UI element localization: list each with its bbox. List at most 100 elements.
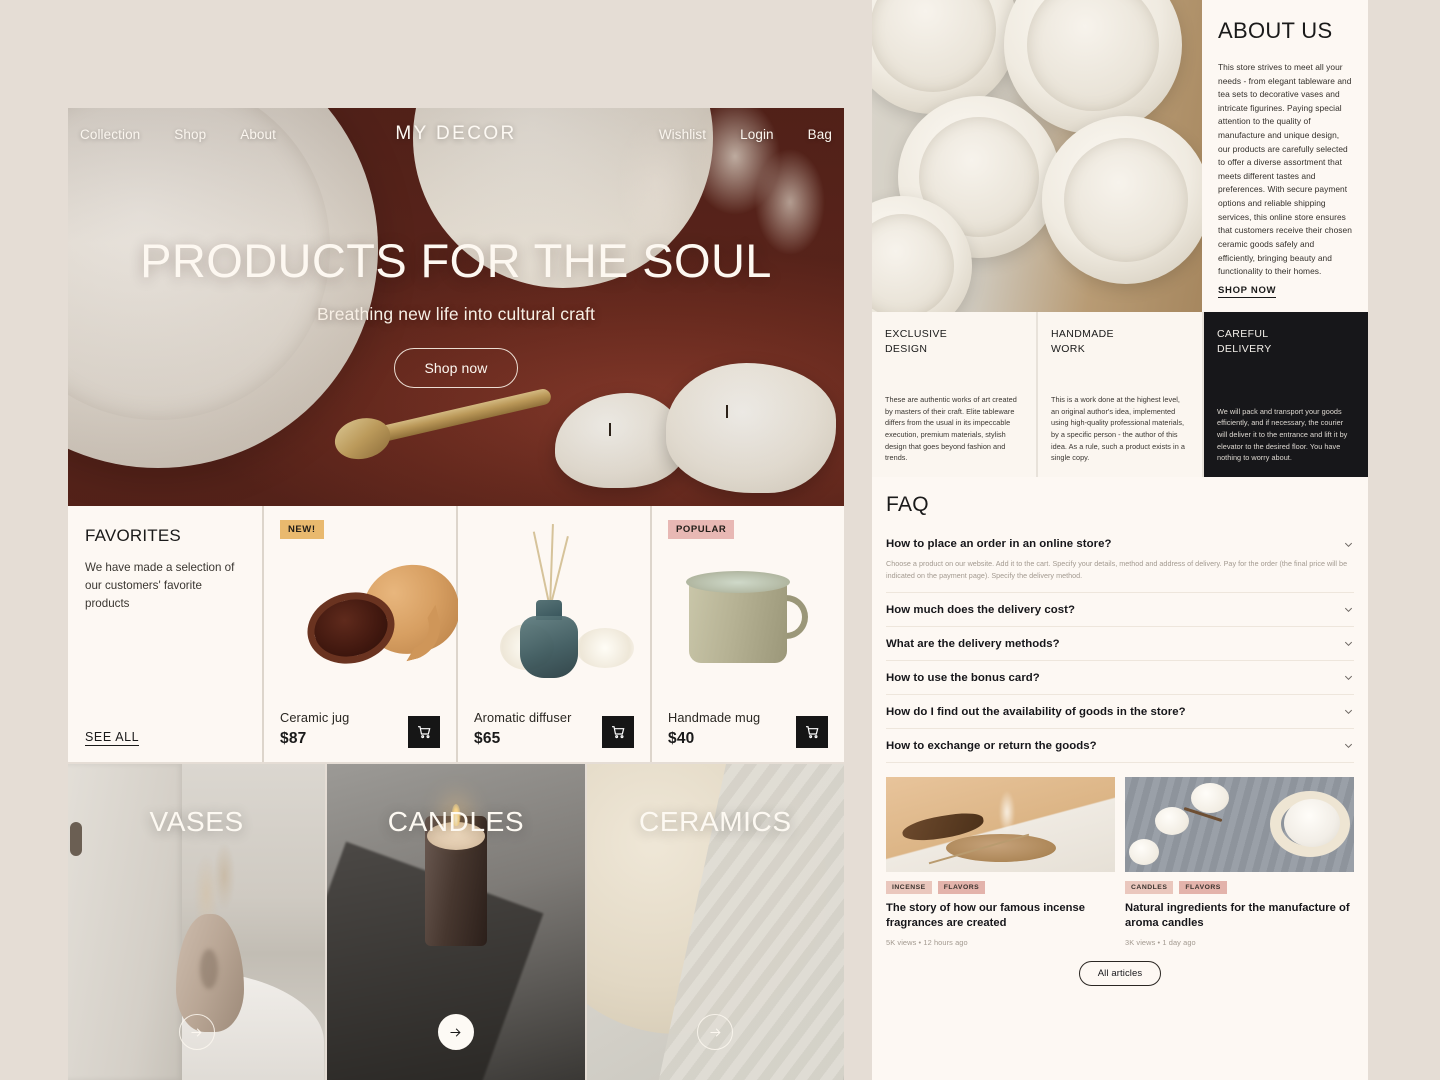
blog-timestamp: 12 hours ago <box>923 938 968 948</box>
nav-item-collection[interactable]: Collection <box>80 127 140 142</box>
cart-icon <box>612 726 625 739</box>
blog-timestamp: 1 day ago <box>1162 938 1196 948</box>
cork-coaster <box>945 833 1056 862</box>
category-arrow-button-vases[interactable] <box>178 1014 215 1050</box>
blog-meta-separator: • <box>918 938 922 948</box>
category-tile-candles[interactable]: CANDLES <box>327 764 585 1080</box>
product-card-ceramic-jug[interactable]: NEW! Ceramic jug $87 <box>264 506 468 762</box>
mug-rim-shape <box>686 571 791 593</box>
faq-item-place-order[interactable]: How to place an order in an online store… <box>886 527 1354 593</box>
shop-now-link[interactable]: SHOP NOW <box>1218 285 1277 298</box>
cotton-boll <box>1191 782 1229 813</box>
blog-card-candles[interactable]: CANDLES FLAVORS Natural ingredients for … <box>1125 776 1354 948</box>
favorites-description: We have made a selection of our customer… <box>85 561 235 610</box>
product-name: Aromatic diffuser <box>474 710 572 725</box>
product-price: $65 <box>474 730 501 747</box>
feature-exclusive-design: EXCLUSIVE DESIGN These are authentic wor… <box>872 312 1036 477</box>
chevron-down-icon[interactable] <box>1343 740 1354 751</box>
faq-question: How do I find out the availability of go… <box>886 705 1186 718</box>
faq-item-bonus-card[interactable]: How to use the bonus card? <box>886 661 1354 695</box>
tag-flavors[interactable]: FLAVORS <box>937 880 986 894</box>
cart-icon <box>806 726 819 739</box>
blog-views: 5K views <box>886 938 917 948</box>
feature-title: CAREFUL DELIVERY <box>1217 328 1272 356</box>
about-photograph <box>872 0 1202 312</box>
product-card-handmade-mug[interactable]: POPULAR Handmade mug $40 <box>652 506 844 762</box>
nav-item-about[interactable]: About <box>240 127 276 142</box>
add-to-cart-button[interactable] <box>796 716 828 748</box>
feature-careful-delivery: CAREFUL DELIVERY We will pack and transp… <box>1204 312 1368 477</box>
chevron-down-icon[interactable] <box>1343 672 1354 683</box>
cart-icon <box>418 726 431 739</box>
tag-candles[interactable]: CANDLES <box>1125 880 1174 894</box>
about-body: This store strives to meet all your need… <box>1218 62 1352 277</box>
product-image-ceramic-jug <box>280 539 468 710</box>
category-tiles: VASES CANDLES CERAMICS <box>68 764 844 1080</box>
faq-question: What are the delivery methods? <box>886 637 1060 650</box>
blog-card-incense[interactable]: INCENSE FLAVORS The story of how our fam… <box>886 776 1115 947</box>
blog-views: 3K views <box>1125 938 1156 948</box>
product-meta: Ceramic jug $87 <box>280 710 408 748</box>
faq-question-row: How do I find out the availability of go… <box>886 706 1354 718</box>
about-section: ABOUT US This store strives to meet all … <box>872 0 1368 312</box>
hero-title: PRODUCTS FOR THE SOUL <box>140 234 772 287</box>
faq-question: How to exchange or return the goods? <box>886 739 1097 752</box>
product-footer: Ceramic jug $87 <box>280 710 440 748</box>
product-meta: Handmade mug $40 <box>668 710 796 748</box>
faq-section: FAQ How to place an order in an online s… <box>872 477 1368 767</box>
cotton-boll <box>1129 838 1159 865</box>
faq-item-exchange-return[interactable]: How to exchange or return the goods? <box>886 729 1354 763</box>
faq-question: How much does the delivery cost? <box>886 603 1075 616</box>
category-label-ceramics: CERAMICS <box>639 806 792 837</box>
nav-item-bag[interactable]: Bag <box>808 127 832 142</box>
hero-banner: Collection Shop About MY DECOR Wishlist … <box>68 108 844 506</box>
brand-logo[interactable]: MY DECOR <box>395 123 516 145</box>
category-arrow-button-candles[interactable] <box>437 1014 474 1050</box>
cotton-boll <box>1155 806 1189 835</box>
category-tile-vases[interactable]: VASES <box>68 764 326 1080</box>
smoke-wisp <box>986 782 1027 841</box>
arrow-right-icon <box>710 1027 721 1037</box>
product-card-aromatic-diffuser[interactable]: Aromatic diffuser $65 <box>458 506 650 762</box>
faq-question-row: How to exchange or return the goods? <box>886 740 1354 752</box>
favorites-intro: FAVORITES We have made a selection of ou… <box>68 506 262 762</box>
faq-item-availability[interactable]: How do I find out the availability of go… <box>886 695 1354 729</box>
arrow-right-icon <box>191 1027 202 1037</box>
hero-shop-now-button[interactable]: Shop now <box>394 348 518 389</box>
category-tile-ceramics[interactable]: CERAMICS <box>586 764 844 1080</box>
diffuser-jar <box>520 616 579 678</box>
product-image-aromatic-diffuser <box>474 524 635 710</box>
left-column: Collection Shop About MY DECOR Wishlist … <box>68 108 844 1080</box>
blog-headline: Natural ingredients for the manufacture … <box>1125 901 1350 929</box>
diffuser-reeds <box>532 524 570 609</box>
blog-section: INCENSE FLAVORS The story of how our fam… <box>872 767 1368 948</box>
faq-item-delivery-cost[interactable]: How much does the delivery cost? <box>886 593 1354 627</box>
chevron-down-icon[interactable] <box>1343 638 1354 649</box>
chevron-down-icon[interactable] <box>1343 604 1354 615</box>
feature-body: This is a work done at the highest level… <box>1051 394 1185 463</box>
chevron-down-icon[interactable] <box>1343 539 1354 550</box>
blog-image-incense <box>886 776 1115 872</box>
tag-incense[interactable]: INCENSE <box>886 880 932 894</box>
all-articles-button[interactable]: All articles <box>1078 961 1162 987</box>
tag-flavors[interactable]: FLAVORS <box>1179 880 1227 894</box>
chevron-down-icon[interactable] <box>1343 706 1354 717</box>
see-all-link[interactable]: SEE ALL <box>85 730 140 746</box>
white-candle <box>1284 798 1340 847</box>
product-price: $40 <box>668 730 695 747</box>
blog-image-candles <box>1125 776 1354 872</box>
faq-title: FAQ <box>886 493 929 516</box>
nav-item-wishlist[interactable]: Wishlist <box>659 127 706 142</box>
blog-meta: 5K views • 12 hours ago <box>886 938 1115 947</box>
add-to-cart-button[interactable] <box>408 716 440 748</box>
product-meta: Aromatic diffuser $65 <box>474 710 602 748</box>
product-name: Handmade mug <box>668 710 761 725</box>
add-to-cart-button[interactable] <box>602 716 634 748</box>
nav-item-login[interactable]: Login <box>740 127 774 142</box>
nav-item-shop[interactable]: Shop <box>174 127 206 142</box>
mug-body-shape <box>689 581 788 663</box>
faq-item-delivery-methods[interactable]: What are the delivery methods? <box>886 627 1354 661</box>
badge-new: NEW! <box>280 520 324 539</box>
category-arrow-button-ceramics[interactable] <box>697 1014 734 1050</box>
features-section: EXCLUSIVE DESIGN These are authentic wor… <box>872 312 1368 477</box>
